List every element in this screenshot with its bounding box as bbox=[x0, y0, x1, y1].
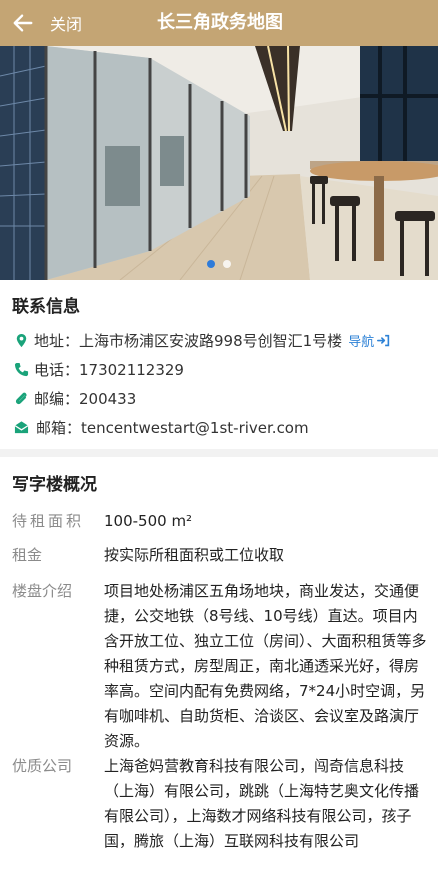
section-divider bbox=[0, 449, 438, 457]
carousel-dot-active[interactable] bbox=[207, 260, 215, 268]
email-row: 邮箱：tencentwestart@1st-river.com bbox=[12, 417, 309, 438]
info-row-area: 待租面积 100-500 m² bbox=[12, 509, 428, 534]
postcode-row: 邮编：200433 bbox=[12, 388, 136, 409]
close-label: 关闭 bbox=[50, 15, 83, 34]
info-value: 按实际所租面积或工位收取 bbox=[104, 546, 285, 564]
office-photo bbox=[0, 46, 438, 280]
phone-text[interactable]: 电话：17302112329 bbox=[34, 359, 184, 380]
navigate-label: 导航 bbox=[348, 335, 375, 350]
info-row-rent: 租金 按实际所租面积或工位收取 bbox=[12, 543, 428, 568]
navigate-link[interactable]: 导航 bbox=[348, 331, 390, 350]
location-pin-icon bbox=[12, 332, 30, 350]
carousel-dots bbox=[0, 260, 438, 268]
info-value: 100-500 m² bbox=[104, 512, 193, 530]
info-label: 租金 bbox=[12, 546, 43, 564]
info-label: 楼盘介绍 bbox=[12, 582, 73, 600]
arrow-left-icon bbox=[13, 14, 33, 32]
phone-row: 电话：17302112329 bbox=[12, 359, 184, 380]
info-label: 优质公司 bbox=[12, 757, 73, 775]
info-value: 项目地处杨浦区五角场地块，商业发达，交通便捷，公交地铁（8号线、10号线）直达。… bbox=[104, 582, 427, 750]
header-bar: 关闭 长三角政务地图 bbox=[0, 0, 438, 46]
info-label: 待租面积 bbox=[12, 512, 85, 530]
info-row-companies: 优质公司 上海爸妈营教育科技有限公司，闯奇信息科技（上海）有限公司，跳跳（上海特… bbox=[12, 754, 428, 854]
overview-section-title: 写字楼概况 bbox=[12, 475, 97, 495]
paperclip-icon bbox=[12, 390, 30, 408]
address-row: 地址：上海市杨浦区安波路998号创智汇1号楼 导航 bbox=[12, 330, 390, 351]
contact-section-title: 联系信息 bbox=[12, 297, 80, 317]
close-button[interactable]: 关闭 bbox=[12, 8, 96, 38]
phone-icon bbox=[12, 361, 30, 379]
address-text: 地址：上海市杨浦区安波路998号创智汇1号楼 bbox=[34, 332, 343, 350]
info-value: 上海爸妈营教育科技有限公司，闯奇信息科技（上海）有限公司，跳跳（上海特艺奥文化传… bbox=[104, 757, 420, 850]
envelope-icon bbox=[12, 419, 30, 437]
carousel-dot[interactable] bbox=[223, 260, 231, 268]
postcode-text: 邮编：200433 bbox=[34, 390, 137, 408]
email-text[interactable]: 邮箱：tencentwestart@1st-river.com bbox=[36, 417, 309, 438]
sign-in-arrow-icon bbox=[377, 334, 390, 347]
info-row-description: 楼盘介绍 项目地处杨浦区五角场地块，商业发达，交通便捷，公交地铁（8号线、10号… bbox=[12, 579, 428, 754]
image-carousel[interactable] bbox=[0, 46, 438, 280]
